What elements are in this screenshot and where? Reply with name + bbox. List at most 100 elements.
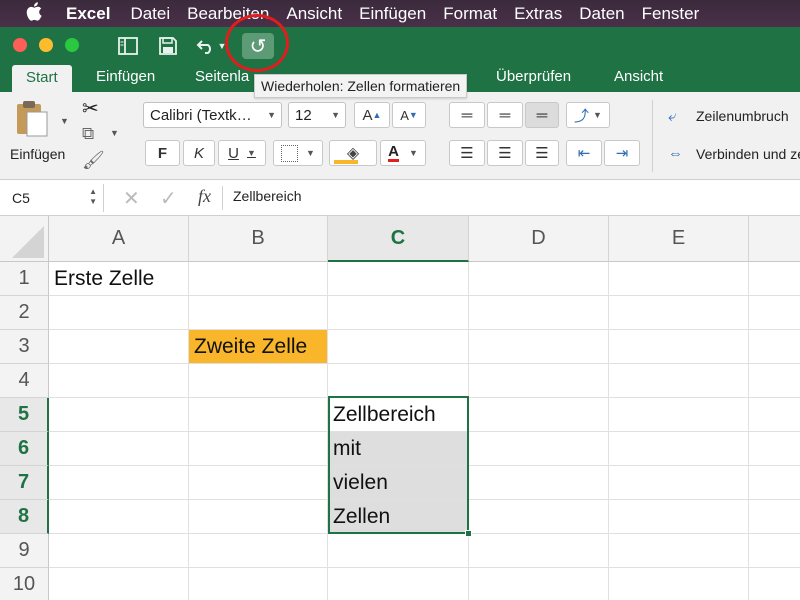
format-painter-icon[interactable]: 🖌 [82, 150, 105, 171]
wrap-text-label[interactable]: Zeilenumbruch [696, 108, 789, 124]
cell-d9[interactable] [469, 534, 609, 568]
align-center-button[interactable]: ☰ [487, 140, 523, 166]
zoom-window-button[interactable] [65, 38, 79, 52]
cell-a3[interactable] [49, 330, 189, 364]
cell-c8[interactable]: Zellen [328, 500, 469, 534]
cell-e1[interactable] [609, 262, 749, 296]
cell-f6[interactable] [749, 432, 800, 466]
cell-e3[interactable] [609, 330, 749, 364]
cell-b6[interactable] [189, 432, 328, 466]
minimize-window-button[interactable] [39, 38, 53, 52]
cell-f1[interactable] [749, 262, 800, 296]
confirm-icon[interactable]: ✓ [160, 186, 177, 211]
cell-b7[interactable] [189, 466, 328, 500]
select-all-corner[interactable] [0, 216, 49, 262]
cell-a6[interactable] [49, 432, 189, 466]
merge-cells-label[interactable]: Verbinden und ze [696, 146, 800, 162]
formula-input[interactable]: Zellbereich [233, 188, 301, 204]
cell-f4[interactable] [749, 364, 800, 398]
cell-c5[interactable]: Zellbereich [328, 398, 469, 432]
cell-c2[interactable] [328, 296, 469, 330]
cell-e6[interactable] [609, 432, 749, 466]
sidebar-icon[interactable] [115, 34, 141, 58]
merge-cells-icon[interactable]: ⇔ [668, 145, 683, 162]
cell-f2[interactable] [749, 296, 800, 330]
column-header-e[interactable]: E [609, 216, 749, 262]
tab-seitenlayout[interactable]: Seitenla [195, 68, 249, 85]
cancel-icon[interactable]: ✕ [123, 186, 140, 211]
close-window-button[interactable] [13, 38, 27, 52]
wrap-text-icon[interactable]: ⤶ [668, 108, 676, 125]
cell-f5[interactable] [749, 398, 800, 432]
row-header-4[interactable]: 4 [0, 364, 49, 398]
column-header-d[interactable]: D [469, 216, 609, 262]
row-header-9[interactable]: 9 [0, 534, 49, 568]
cell-e7[interactable] [609, 466, 749, 500]
cell-b2[interactable] [189, 296, 328, 330]
underline-button[interactable]: U ▼ [218, 140, 266, 166]
cell-f9[interactable] [749, 534, 800, 568]
tab-start[interactable]: Start [12, 65, 72, 92]
row-header-3[interactable]: 3 [0, 330, 49, 364]
cell-d4[interactable] [469, 364, 609, 398]
row-header-10[interactable]: 10 [0, 568, 49, 600]
tab-ueberpruefen[interactable]: Überprüfen [496, 68, 571, 85]
font-size-select[interactable]: 12 ▼ [288, 102, 346, 128]
cell-c10[interactable] [328, 568, 469, 600]
cell-a2[interactable] [49, 296, 189, 330]
row-header-7[interactable]: 7 [0, 466, 49, 500]
cell-a10[interactable] [49, 568, 189, 600]
cell-b4[interactable] [189, 364, 328, 398]
cell-e5[interactable] [609, 398, 749, 432]
paste-label[interactable]: Einfügen [10, 146, 65, 162]
cell-c1[interactable] [328, 262, 469, 296]
bold-button[interactable]: F [145, 140, 180, 166]
cell-c4[interactable] [328, 364, 469, 398]
tab-einfuegen[interactable]: Einfügen [96, 68, 155, 85]
cell-d8[interactable] [469, 500, 609, 534]
menu-app-excel[interactable]: Excel [66, 4, 110, 24]
cell-f3[interactable] [749, 330, 800, 364]
column-header-f[interactable] [749, 216, 800, 262]
clipboard-icon[interactable] [15, 100, 49, 142]
increase-indent-button[interactable]: ⇥ [604, 140, 640, 166]
cell-a7[interactable] [49, 466, 189, 500]
cell-f10[interactable] [749, 568, 800, 600]
cut-icon[interactable]: ✂ [82, 96, 99, 121]
row-header-8[interactable]: 8 [0, 500, 49, 534]
cell-b1[interactable] [189, 262, 328, 296]
column-header-a[interactable]: A [49, 216, 189, 262]
cell-a9[interactable] [49, 534, 189, 568]
name-box[interactable]: C5 ▲ ▼ [0, 184, 104, 212]
italic-button[interactable]: K [183, 140, 215, 166]
cell-a4[interactable] [49, 364, 189, 398]
align-middle-button[interactable]: ═ [487, 102, 523, 128]
cell-c6[interactable]: mit [328, 432, 469, 466]
align-left-button[interactable]: ☰ [449, 140, 485, 166]
cell-a1[interactable]: Erste Zelle [49, 262, 189, 296]
align-bottom-button[interactable]: ═ [525, 102, 559, 128]
align-right-button[interactable]: ☰ [525, 140, 559, 166]
cell-f7[interactable] [749, 466, 800, 500]
cell-d1[interactable] [469, 262, 609, 296]
shrink-font-button[interactable]: A ▼ [392, 102, 426, 128]
menu-datei[interactable]: Datei [130, 4, 170, 24]
row-header-2[interactable]: 2 [0, 296, 49, 330]
tab-ansicht[interactable]: Ansicht [614, 68, 663, 85]
cell-d2[interactable] [469, 296, 609, 330]
menu-format[interactable]: Format [443, 4, 497, 24]
cell-e9[interactable] [609, 534, 749, 568]
row-header-6[interactable]: 6 [0, 432, 49, 466]
grow-font-button[interactable]: A ▲ [354, 102, 390, 128]
cell-c3[interactable] [328, 330, 469, 364]
row-header-5[interactable]: 5 [0, 398, 49, 432]
align-top-button[interactable]: ═ [449, 102, 485, 128]
cell-e4[interactable] [609, 364, 749, 398]
cell-c9[interactable] [328, 534, 469, 568]
font-name-select[interactable]: Calibri (Textk… ▼ [143, 102, 282, 128]
cell-d7[interactable] [469, 466, 609, 500]
apple-logo-icon[interactable] [26, 1, 48, 26]
cell-e8[interactable] [609, 500, 749, 534]
fill-handle[interactable] [465, 530, 472, 537]
cell-e10[interactable] [609, 568, 749, 600]
